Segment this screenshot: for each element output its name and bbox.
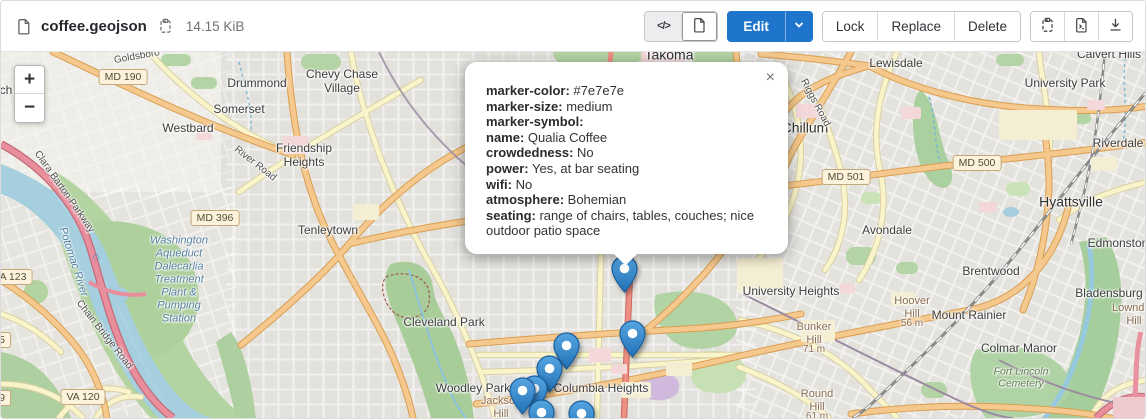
popup-property-value: #7e7e7e (570, 83, 624, 98)
map-marker[interactable] (528, 399, 555, 419)
clipboard-icon (1040, 17, 1055, 36)
popup-property: marker-symbol: (486, 114, 768, 130)
popup-property-key: power: (486, 161, 529, 176)
replace-button[interactable]: Replace (877, 12, 954, 41)
popup-property-value: No (512, 177, 532, 192)
popup-property: name: Qualia Coffee (486, 130, 768, 146)
zoom-in-button[interactable]: + (15, 66, 44, 94)
map-popup: × marker-color: #7e7e7emarker-size: medi… (465, 62, 788, 254)
popup-property: crowdedness: No (486, 145, 768, 161)
popup-property-key: seating: (486, 208, 536, 223)
popup-property-value: Qualia Coffee (524, 130, 607, 145)
popup-property: marker-size: medium (486, 99, 768, 115)
popup-property-value: No (573, 145, 593, 160)
file-size: 14.15 KiB (186, 19, 245, 34)
map-marker[interactable] (568, 400, 595, 419)
raw-file-icon (1074, 17, 1089, 36)
edit-button[interactable]: Edit (727, 11, 785, 42)
popup-property-key: crowdedness: (486, 145, 573, 160)
file-header: coffee.geojson 14.15 KiB </> (1, 1, 1145, 52)
code-icon: </> (657, 20, 670, 32)
popup-property: atmosphere: Bohemian (486, 192, 768, 208)
file-icon (16, 18, 32, 35)
edit-dropdown-button[interactable] (785, 11, 813, 42)
file-name: coffee.geojson (41, 18, 147, 35)
popup-property: marker-color: #7e7e7e (486, 83, 768, 99)
popup-property-key: name: (486, 130, 524, 145)
document-icon (692, 17, 707, 36)
copy-contents-button[interactable] (1031, 12, 1064, 41)
file-icon-actions-group (1030, 11, 1133, 42)
zoom-out-button[interactable]: − (15, 94, 44, 122)
popup-property: power: Yes, at bar seating (486, 161, 768, 177)
map-canvas[interactable]: + − TakomaGoldsboroDrummondChevy Chase V… (1, 52, 1146, 418)
file-viewer: coffee.geojson 14.15 KiB </> (0, 0, 1146, 419)
popup-property: wifi: No (486, 177, 768, 193)
map-zoom-control: + − (14, 65, 45, 123)
clipboard-icon (158, 18, 173, 34)
map-marker[interactable] (619, 320, 646, 358)
popup-property-value: medium (563, 99, 613, 114)
popup-property: seating: range of chairs, tables, couche… (486, 208, 768, 239)
open-raw-button[interactable] (1064, 12, 1098, 41)
chevron-down-icon (793, 19, 805, 34)
popup-content: marker-color: #7e7e7emarker-size: medium… (486, 83, 768, 239)
popup-property-value: Yes, at bar seating (529, 161, 640, 176)
edit-split-button: Edit (727, 11, 813, 42)
rendered-view-button[interactable] (681, 12, 717, 41)
popup-property-key: marker-symbol: (486, 114, 584, 129)
popup-property-value: Bohemian (564, 192, 626, 207)
popup-property-key: marker-color: (486, 83, 570, 98)
popup-property-key: wifi: (486, 177, 512, 192)
popup-close-button[interactable]: × (766, 71, 775, 85)
file-actions-group: Lock Replace Delete (822, 11, 1021, 42)
download-button[interactable] (1098, 12, 1132, 41)
lock-button[interactable]: Lock (823, 12, 878, 41)
copy-path-button[interactable] (156, 16, 175, 36)
download-icon (1108, 17, 1123, 36)
popup-property-key: atmosphere: (486, 192, 564, 207)
view-toggle: </> (644, 11, 718, 42)
delete-button[interactable]: Delete (954, 12, 1020, 41)
source-view-button[interactable]: </> (645, 12, 681, 41)
popup-property-key: marker-size: (486, 99, 563, 114)
